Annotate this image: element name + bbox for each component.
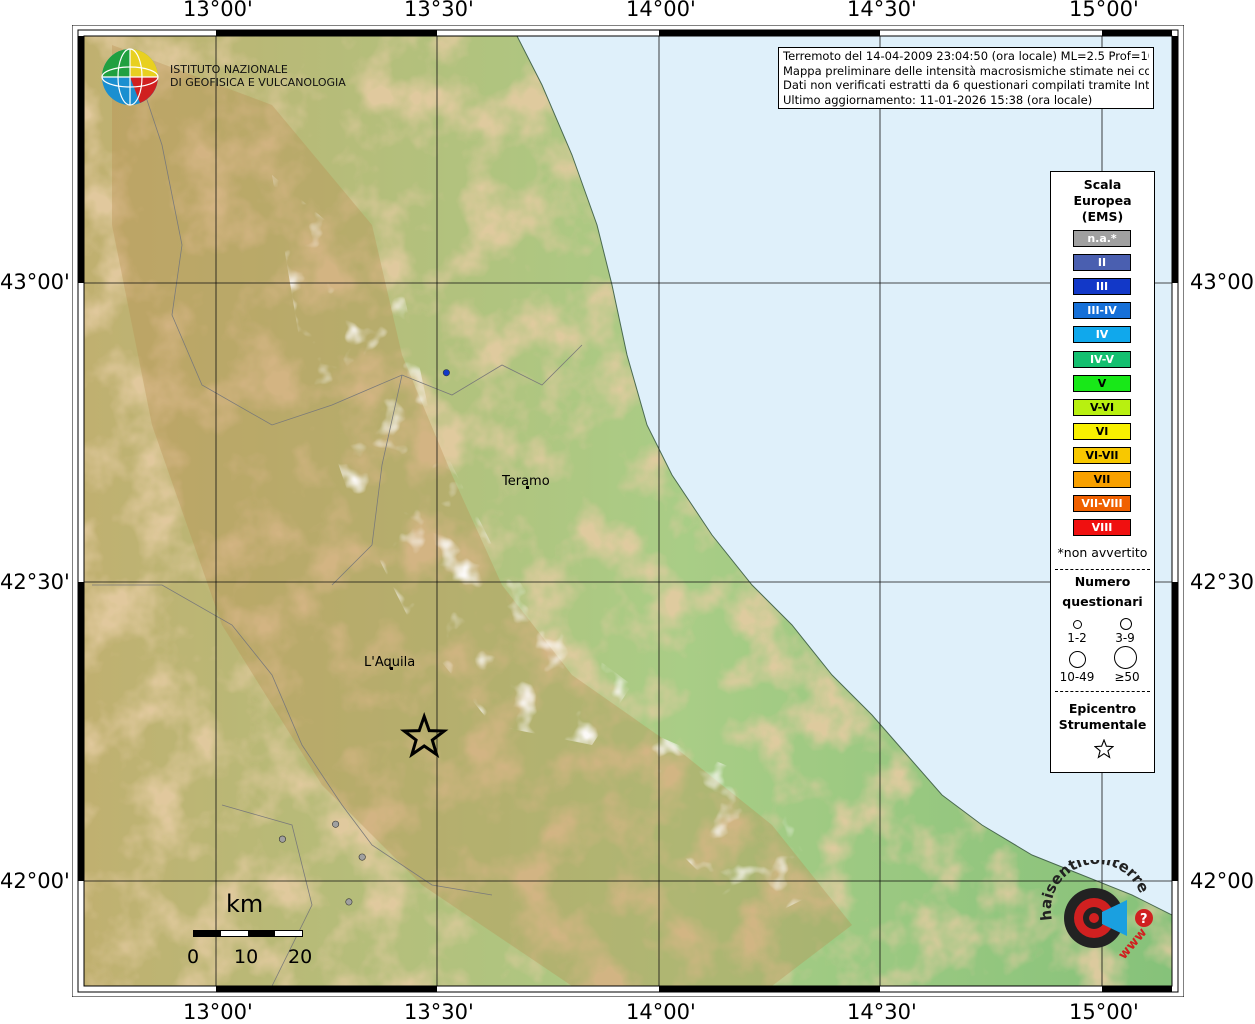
city-dot-laquila bbox=[390, 667, 393, 670]
ems-class-swatch: III-IV bbox=[1073, 302, 1131, 320]
size-circle-50 bbox=[1114, 646, 1137, 669]
scale-tick-0: 0 bbox=[187, 946, 200, 968]
bottom-lon-label: 13°30' bbox=[404, 1000, 474, 1024]
ems-class-swatch: V bbox=[1073, 374, 1131, 392]
ems-class-swatch: IV-V bbox=[1073, 350, 1131, 368]
legend-title: Scala bbox=[1083, 177, 1122, 192]
svg-text:?: ? bbox=[1140, 912, 1148, 927]
event-info-box: Terremoto del 14-04-2009 23:04:50 (ora l… bbox=[778, 47, 1154, 109]
bottom-lon-label: 14°30' bbox=[847, 1000, 917, 1024]
ingv-globe-logo bbox=[101, 48, 159, 106]
ems-class-swatch: n.a.* bbox=[1073, 230, 1131, 247]
bottom-lon-label: 14°00' bbox=[626, 1000, 696, 1024]
left-lat-label: 42°00' bbox=[0, 869, 70, 893]
right-lat-label: 43°00' bbox=[1190, 270, 1255, 294]
observation-point[interactable] bbox=[278, 835, 286, 843]
right-lat-label: 42°30' bbox=[1190, 570, 1255, 594]
legend-title: (EMS) bbox=[1081, 209, 1124, 224]
ems-class-swatch: VII-VIII bbox=[1073, 495, 1131, 513]
left-lat-label: 43°00' bbox=[0, 270, 70, 294]
scale-unit: km bbox=[226, 890, 264, 918]
event-info-line: Ultimo aggiornamento: 11-01-2026 15:38 (… bbox=[783, 92, 1093, 107]
right-lat-label: 42°00' bbox=[1190, 869, 1255, 893]
bottom-lon-label: 13°00' bbox=[183, 1000, 253, 1024]
size-label: ≥50 bbox=[1114, 670, 1140, 684]
event-info-line: Dati non verificati estratti da 6 questi… bbox=[783, 78, 1149, 92]
ems-class-swatch: II bbox=[1073, 254, 1131, 272]
ems-class-swatch: VI bbox=[1073, 422, 1131, 440]
institute-line-1: ISTITUTO NAZIONALE bbox=[170, 63, 288, 76]
observation-point[interactable] bbox=[358, 853, 366, 861]
ems-class-swatch: V-VI bbox=[1073, 398, 1131, 416]
bottom-lon-label: 15°00' bbox=[1069, 1000, 1139, 1024]
observation-point[interactable] bbox=[345, 898, 353, 906]
ems-class-swatch: IV bbox=[1073, 326, 1131, 344]
count-title: Numero bbox=[1074, 574, 1131, 589]
ems-class-swatch: VII bbox=[1073, 471, 1131, 488]
ems-class-swatch: VIII bbox=[1073, 519, 1131, 537]
event-info-line: Terremoto del 14-04-2009 23:04:50 (ora l… bbox=[783, 49, 1149, 63]
event-info-line: Mappa preliminare delle intensità macros… bbox=[783, 63, 1149, 78]
scale-tick-20: 20 bbox=[288, 946, 313, 968]
size-label: 1-2 bbox=[1067, 631, 1087, 645]
scale-tick-10: 10 bbox=[234, 946, 259, 968]
epicenter-title: Strumentale bbox=[1058, 717, 1147, 732]
institute-line-2: DI GEOFISICA E VULCANOLOGIA bbox=[170, 76, 346, 89]
top-lon-label: 13°30' bbox=[404, 0, 474, 21]
size-circle-10-49 bbox=[1069, 651, 1086, 668]
size-label: 3-9 bbox=[1115, 631, 1135, 645]
observation-point[interactable] bbox=[442, 369, 450, 377]
ems-legend: Scala Europea (EMS) n.a.* II III III-IV IV IV… bbox=[1050, 171, 1155, 773]
count-title: questionari bbox=[1062, 594, 1143, 609]
observation-point[interactable] bbox=[332, 820, 340, 828]
left-lat-label: 42°30' bbox=[0, 570, 70, 594]
legend-title: Europea bbox=[1073, 193, 1132, 208]
ems-class-swatch: VI-VII bbox=[1073, 446, 1131, 464]
institute-name: ISTITUTO NAZIONALE DI GEOFISICA E VULCAN… bbox=[170, 63, 346, 89]
legend-na-note: *non avvertito bbox=[1057, 545, 1148, 560]
size-circle-3-9 bbox=[1120, 618, 1132, 630]
intensity-map[interactable] bbox=[72, 25, 1184, 997]
scale-bar-graphic bbox=[193, 930, 303, 937]
top-lon-label: 14°30' bbox=[847, 0, 917, 21]
top-lon-label: 14°00' bbox=[626, 0, 696, 21]
size-label: 10-49 bbox=[1059, 670, 1095, 684]
scale-bar: km 0 10 20 bbox=[187, 890, 320, 970]
epicenter-title: Epicentro bbox=[1068, 701, 1137, 716]
city-dot-teramo bbox=[526, 486, 529, 489]
top-lon-label: 13°00' bbox=[183, 0, 253, 21]
haisentito-logo: haisentitoilterremoto.it ? www bbox=[1032, 860, 1153, 963]
epicenter-star-icon bbox=[1094, 739, 1114, 759]
ems-class-swatch: III bbox=[1073, 278, 1131, 296]
size-circle-1-2 bbox=[1073, 620, 1082, 629]
top-lon-label: 15°00' bbox=[1069, 0, 1139, 21]
